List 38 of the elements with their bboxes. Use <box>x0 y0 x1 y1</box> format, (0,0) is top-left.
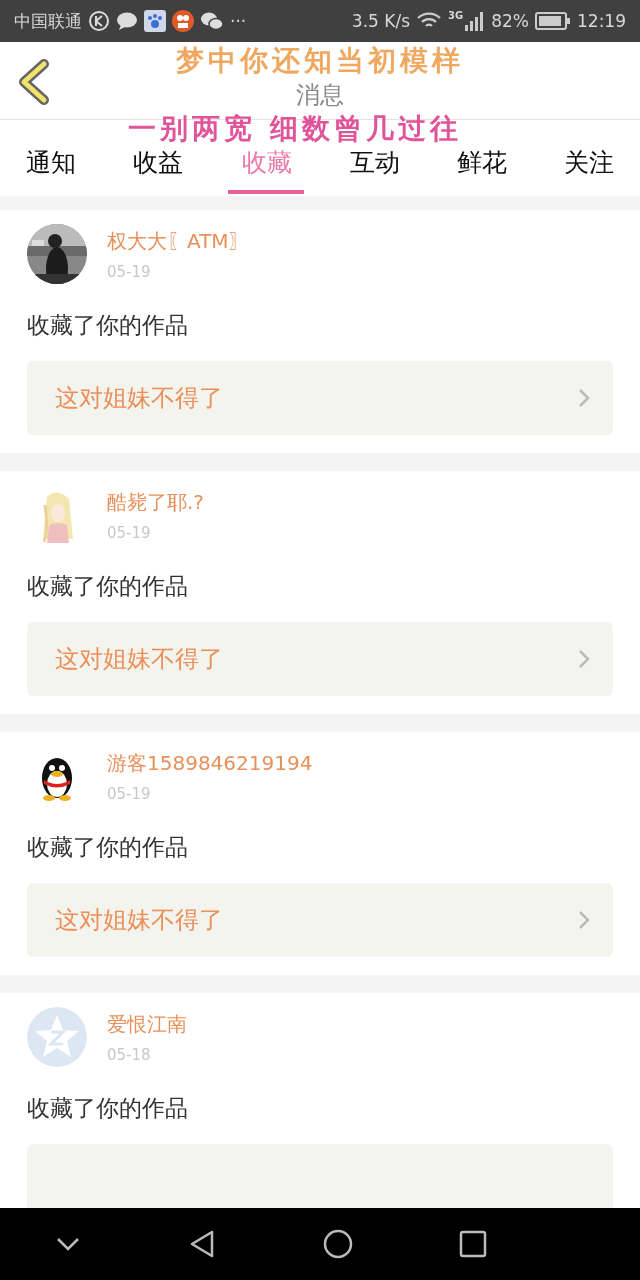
recents-square-icon[interactable] <box>457 1229 488 1259</box>
more-indicator: ··· <box>230 11 247 31</box>
chevron-right-icon <box>577 648 591 670</box>
tab[interactable]: 收益 <box>121 146 196 194</box>
k-circle-icon <box>88 10 110 32</box>
battery-icon <box>535 12 571 30</box>
home-circle-icon[interactable] <box>322 1229 353 1259</box>
chevron-right-icon <box>577 387 591 409</box>
star-avatar-icon <box>27 1007 87 1067</box>
message-text: 收藏了你的作品 <box>27 833 189 862</box>
user-name[interactable]: 酷毙了耶.? <box>107 488 204 516</box>
tab[interactable]: 互动 <box>337 146 412 194</box>
user-name[interactable]: 游客1589846219194 <box>107 749 313 777</box>
tab[interactable]: 通知 <box>14 146 88 194</box>
message-text: 收藏了你的作品 <box>27 1094 189 1123</box>
network-type: 3G <box>448 10 464 21</box>
lyrics-line: 梦中你还知当初模样 <box>176 44 464 78</box>
tab[interactable]: 鲜花 <box>444 146 519 194</box>
chat-bubbles-icon <box>200 11 224 31</box>
user-name[interactable]: 权大大〖ATM〗 <box>107 227 249 255</box>
signal-icon <box>465 11 486 31</box>
chevron-right-icon <box>577 909 591 931</box>
tab[interactable]: 关注 <box>551 146 626 194</box>
user-name[interactable]: 爱恨江南 <box>107 1010 187 1038</box>
chat-bubble-icon <box>116 11 138 31</box>
page-title: 消息 <box>296 81 344 109</box>
work-link[interactable]: 这对姐妹不得了 <box>27 622 613 696</box>
work-link[interactable]: 这对姐妹不得了 <box>27 883 613 957</box>
message-text: 收藏了你的作品 <box>27 572 189 601</box>
app-logo-icon <box>172 10 194 32</box>
message-text: 收藏了你的作品 <box>27 311 189 340</box>
battery-percent: 82% <box>491 11 529 31</box>
network-speed: 3.5 K/s <box>351 11 411 31</box>
carrier-name: 中国联通 <box>14 9 82 33</box>
paw-app-icon <box>144 10 166 32</box>
work-link[interactable]: 这对姐妹不得了 <box>27 361 613 435</box>
lyrics-line: 一别两宽 细数曾几过往 <box>128 112 462 146</box>
clock-time: 12:19 <box>577 11 626 31</box>
